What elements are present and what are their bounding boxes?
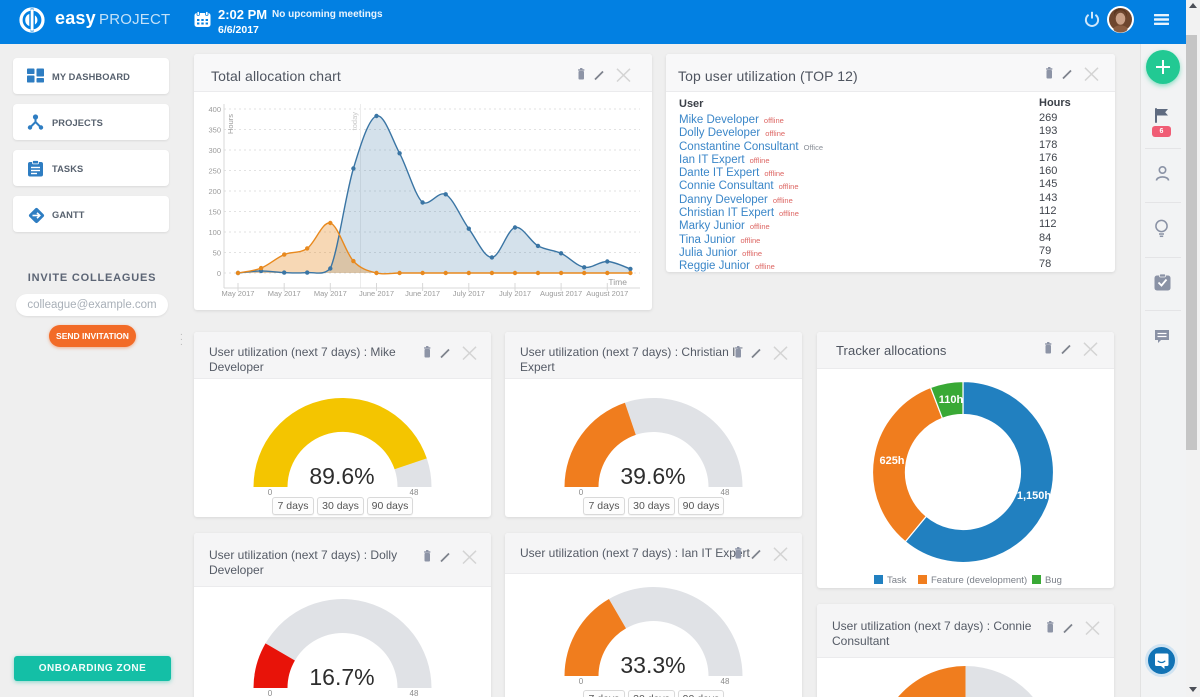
svg-text:Bug: Bug — [1045, 575, 1062, 586]
svg-text:0: 0 — [217, 269, 221, 278]
svg-text:today: today — [350, 112, 359, 131]
svg-text:33.3%: 33.3% — [620, 652, 685, 678]
svg-text:39.6%: 39.6% — [620, 463, 685, 489]
svg-text:August 2017: August 2017 — [586, 289, 628, 298]
svg-text:May 2017: May 2017 — [314, 289, 347, 298]
svg-text:Time: Time — [608, 277, 627, 287]
svg-text:0: 0 — [579, 677, 584, 686]
svg-text:August 2017: August 2017 — [540, 289, 582, 298]
svg-text:350: 350 — [208, 126, 221, 135]
svg-text:250: 250 — [208, 167, 221, 176]
svg-text:48: 48 — [410, 689, 419, 697]
svg-text:0: 0 — [268, 689, 273, 697]
svg-text:89.6%: 89.6% — [309, 463, 374, 489]
svg-text:50: 50 — [213, 249, 221, 258]
svg-text:June 2017: June 2017 — [359, 289, 394, 298]
svg-text:Task: Task — [887, 575, 907, 586]
svg-text:1,150h: 1,150h — [1017, 490, 1052, 502]
svg-text:July 2017: July 2017 — [499, 289, 531, 298]
svg-text:July 2017: July 2017 — [453, 289, 485, 298]
svg-text:May 2017: May 2017 — [268, 289, 301, 298]
svg-text:100: 100 — [208, 228, 221, 237]
svg-text:200: 200 — [208, 187, 221, 196]
svg-text:625h: 625h — [879, 455, 904, 467]
svg-text:16.7%: 16.7% — [309, 664, 374, 690]
svg-text:300: 300 — [208, 146, 221, 155]
svg-text:48: 48 — [721, 677, 730, 686]
svg-text:150: 150 — [208, 208, 221, 217]
svg-text:Feature (development): Feature (development) — [931, 575, 1027, 586]
svg-text:110h: 110h — [939, 394, 964, 406]
svg-text:May 2017: May 2017 — [222, 289, 255, 298]
svg-text:Hours: Hours — [226, 114, 235, 134]
svg-text:June 2017: June 2017 — [405, 289, 440, 298]
svg-text:400: 400 — [208, 105, 221, 114]
